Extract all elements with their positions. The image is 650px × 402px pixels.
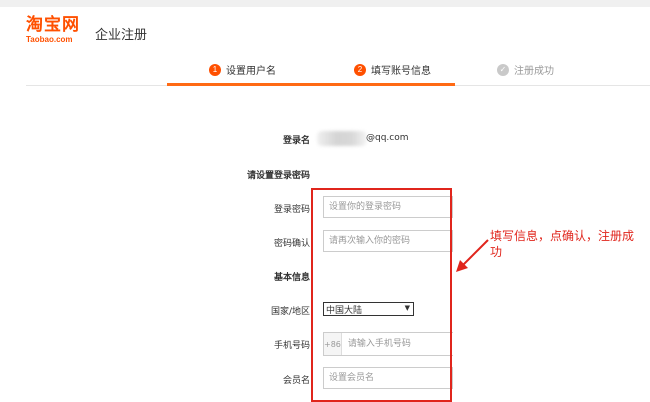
confirm-password-label: 密码确认	[273, 239, 310, 249]
step-register-success: ✓ 注册成功	[497, 62, 554, 77]
password-section-label: 请设置登录密码	[246, 171, 310, 181]
page-title: 企业注册	[95, 28, 148, 43]
steps-progress-bar	[167, 83, 455, 86]
phone-label: 手机号码	[273, 341, 310, 351]
step-label: 注册成功	[514, 66, 554, 77]
basic-info-label: 基本信息	[273, 273, 310, 283]
login-name-label: 登录名	[282, 136, 310, 146]
step-number-2: 2	[354, 63, 366, 76]
step-label: 填写账号信息	[371, 66, 431, 77]
highlight-box	[311, 188, 452, 402]
blurred-username	[317, 131, 367, 146]
check-icon: ✓	[497, 63, 509, 76]
annotation-arrow-icon	[456, 239, 489, 272]
step-number-1: 1	[209, 63, 221, 76]
logo-chinese: 淘宝网	[26, 15, 80, 35]
step-label: 设置用户名	[226, 66, 276, 77]
step-set-username: 1 设置用户名	[209, 62, 276, 77]
registration-steps: 1 设置用户名 2 填写账号信息 ✓ 注册成功	[0, 62, 650, 84]
logo-english: Taobao.com	[26, 35, 73, 44]
taobao-logo[interactable]: 淘宝网 Taobao.com	[26, 16, 90, 46]
country-label: 国家/地区	[270, 307, 310, 317]
annotation-text: 填写信息，点确认，注册成功	[490, 229, 635, 259]
top-bar	[0, 0, 650, 7]
password-label: 登录密码	[273, 205, 310, 215]
login-name-value: @qq.com	[366, 133, 409, 143]
member-name-label: 会员名	[282, 376, 310, 386]
step-fill-account-info: 2 填写账号信息	[354, 62, 431, 77]
